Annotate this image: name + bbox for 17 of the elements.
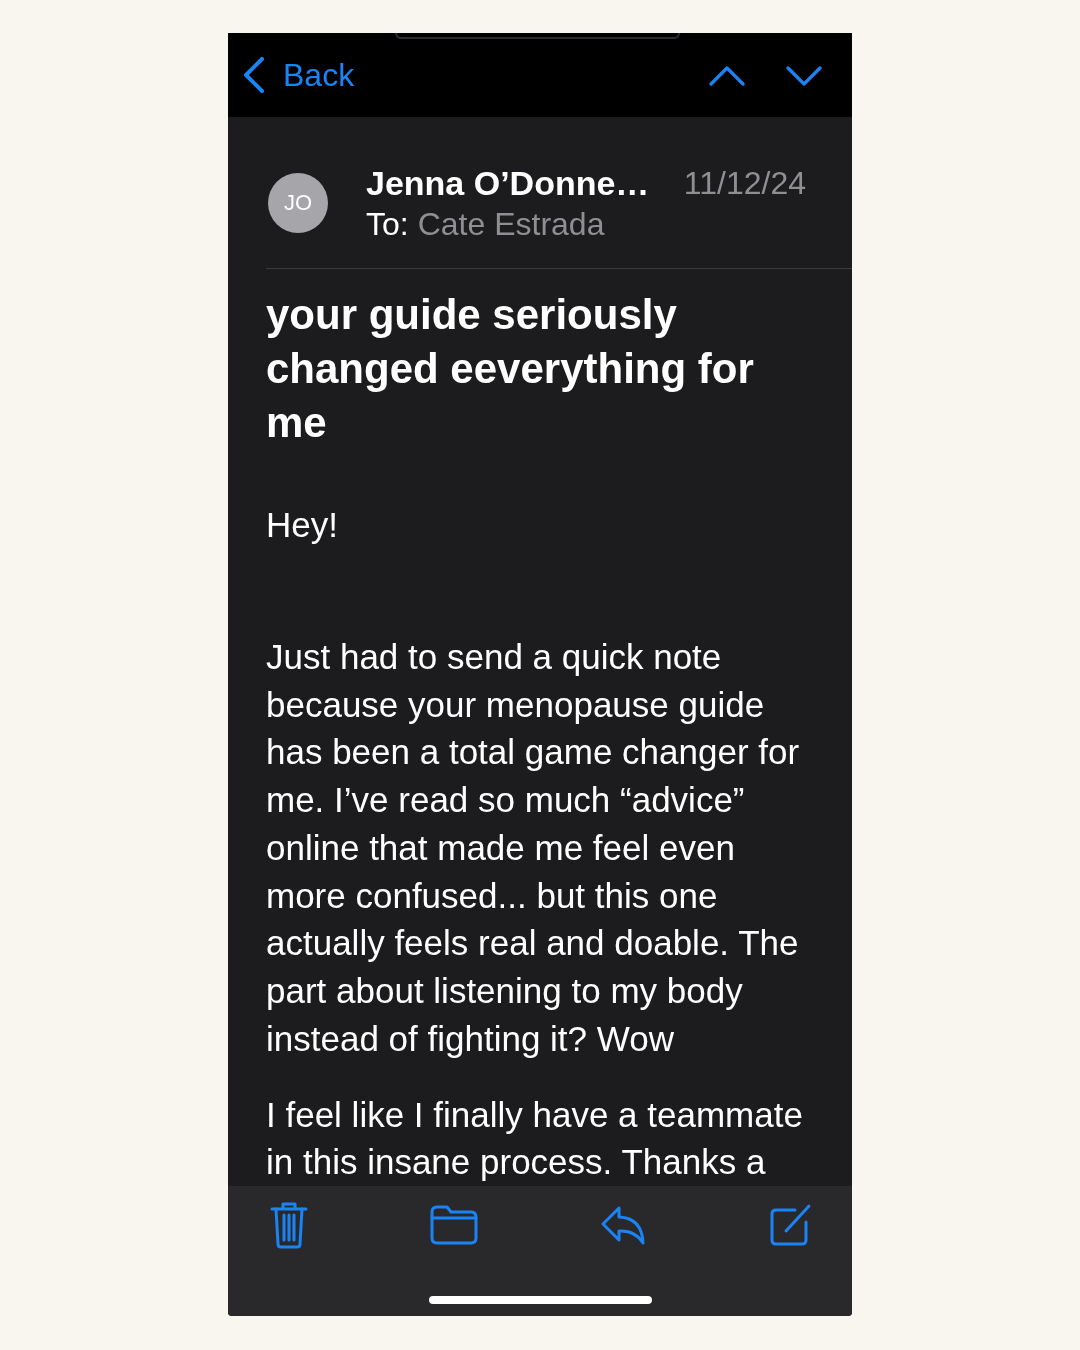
sender-avatar: JO bbox=[268, 173, 328, 233]
trash-icon[interactable] bbox=[270, 1201, 308, 1249]
chevron-up-icon[interactable] bbox=[709, 66, 745, 86]
message-subject: your guide seriously changed eeverything for me bbox=[266, 290, 755, 448]
chevron-down-icon[interactable] bbox=[786, 66, 822, 86]
message-paragraph: Hey! bbox=[266, 504, 339, 546]
message-date: 11/12/24 bbox=[683, 164, 806, 203]
folder-icon[interactable] bbox=[430, 1205, 478, 1245]
chevron-left-icon bbox=[243, 57, 265, 93]
recipient-name: Cate Estrada bbox=[417, 205, 605, 244]
sender-name: Jenna O’Donne… bbox=[366, 163, 651, 204]
back-button[interactable]: Back bbox=[243, 55, 355, 95]
message-paragraph: I feel like I finally have a teammate in this insane process. Thanks a bbox=[266, 1093, 804, 1184]
pencil-square-icon[interactable] bbox=[768, 1203, 812, 1247]
reply-arrow-icon[interactable] bbox=[600, 1205, 646, 1245]
to-label: To: bbox=[366, 205, 409, 244]
message-paragraph: Just had to send a quick note because your menopause guide has been a total game changer for me. I’ve read so much “advice” online that made me feel even more confused... but this one actually feels real and doable. The part about listening to my body instead of fighting it? Wow bbox=[266, 635, 801, 1060]
